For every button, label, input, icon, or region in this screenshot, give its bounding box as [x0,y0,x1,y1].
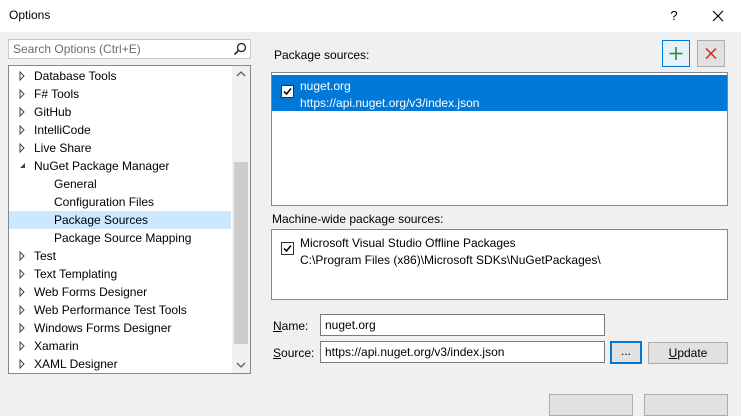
remove-source-button[interactable] [697,40,725,67]
source-field[interactable] [320,341,605,363]
checkmark-icon [283,245,292,253]
tree-item-xamarin[interactable]: Xamarin [9,337,231,355]
checkmark-icon [283,88,292,96]
tree-item-label: F# Tools [34,87,80,101]
window-title: Options [9,8,51,22]
tree-item-xaml-designer[interactable]: XAML Designer [9,355,231,373]
update-button[interactable]: Update [648,342,728,364]
tree-item-label: XAML Designer [34,357,118,371]
package-source-row[interactable]: nuget.org https://api.nuget.org/v3/index… [272,75,727,111]
tree-item-label: NuGet Package Manager [34,159,170,173]
expand-arrow-icon[interactable] [18,319,28,337]
collapse-arrow-icon[interactable] [18,157,28,175]
expand-arrow-icon[interactable] [18,103,28,121]
tree-item-label: Live Share [34,141,92,155]
name-field[interactable] [320,314,605,336]
search-input[interactable] [13,42,223,56]
help-button[interactable]: ? [660,4,688,28]
machine-source-row[interactable]: Microsoft Visual Studio Offline Packages… [272,232,727,268]
tree-item-label: Test [34,249,57,263]
tree-item-intellicode[interactable]: IntelliCode [9,121,231,139]
source-enabled-checkbox[interactable] [281,242,294,255]
expand-arrow-icon[interactable] [18,283,28,301]
name-label-text: ame: [281,319,309,333]
tree-item-text-templating[interactable]: Text Templating [9,265,231,283]
search-box [8,39,251,59]
tree-item-label: Database Tools [34,69,117,83]
tree-item-general[interactable]: General [9,175,231,193]
expand-arrow-icon[interactable] [18,121,28,139]
tree-item-configuration-files[interactable]: Configuration Files [9,193,231,211]
source-name: Microsoft Visual Studio Offline Packages [300,236,516,250]
source-label-accesskey: S [273,346,282,360]
scroll-up-button[interactable] [232,66,250,83]
expand-arrow-icon[interactable] [18,355,28,373]
tree-item-label: Web Performance Test Tools [34,303,187,317]
cancel-button[interactable] [644,394,728,416]
expand-arrow-icon[interactable] [18,337,28,355]
tree-item-web-forms-designer[interactable]: Web Forms Designer [9,283,231,301]
machine-wide-sources-label: Machine-wide package sources: [272,212,444,226]
expand-arrow-icon[interactable] [18,67,28,85]
package-sources-label: Package sources: [274,48,370,62]
name-label-accesskey: N [273,319,282,333]
source-url: https://api.nuget.org/v3/index.json [300,96,480,110]
expand-arrow-icon[interactable] [18,139,28,157]
machine-wide-sources-list[interactable]: Microsoft Visual Studio Offline Packages… [271,229,728,300]
expand-arrow-icon[interactable] [18,265,28,283]
scroll-down-button[interactable] [232,356,250,373]
tree-item-package-source-mapping[interactable]: Package Source Mapping [9,229,231,247]
options-tree[interactable]: Database Tools F# Tools GitHub IntelliCode L… [8,65,251,374]
tree-item-label: Text Templating [34,267,118,281]
scroll-thumb[interactable] [234,162,248,344]
tree-item-label: General [54,177,97,191]
tree-item-f-tools[interactable]: F# Tools [9,85,231,103]
chevron-up-icon [236,71,246,77]
tree-item-live-share[interactable]: Live Share [9,139,231,157]
tree-item-label: GitHub [34,105,72,119]
tree-item-label: Configuration Files [54,195,155,209]
tree-scrollbar[interactable] [232,66,250,373]
tree-item-nuget-package-manager[interactable]: NuGet Package Manager [9,157,231,175]
tree-item-label: Package Source Mapping [54,231,192,245]
tree-item-windows-forms-designer[interactable]: Windows Forms Designer [9,319,231,337]
source-enabled-checkbox[interactable] [281,85,294,98]
expand-arrow-icon[interactable] [18,85,28,103]
chevron-down-icon [236,362,246,368]
tree-item-package-sources[interactable]: Package Sources [9,211,231,229]
tree-item-database-tools[interactable]: Database Tools [9,67,231,85]
source-label: Source: [273,346,314,360]
close-button[interactable] [703,4,733,28]
tree-item-label: Web Forms Designer [34,285,148,299]
source-label-text: ource: [281,346,315,360]
tree-item-web-performance-test-tools[interactable]: Web Performance Test Tools [9,301,231,319]
source-url: C:\Program Files (x86)\Microsoft SDKs\Nu… [300,253,601,267]
tree-item-label: IntelliCode [34,123,91,137]
tree-item-test[interactable]: Test [9,247,231,265]
close-icon [712,10,724,22]
tree-item-label: Windows Forms Designer [34,321,172,335]
title-bar: Options ? [0,0,741,32]
update-accesskey: U [668,346,678,360]
plus-icon [669,47,683,60]
expand-arrow-icon[interactable] [18,247,28,265]
browse-button[interactable]: ... [610,341,642,364]
tree-item-github[interactable]: GitHub [9,103,231,121]
tree-item-label: Xamarin [34,339,79,353]
name-label: Name: [273,319,308,333]
package-sources-list[interactable]: nuget.org https://api.nuget.org/v3/index… [271,72,728,206]
x-icon [705,48,717,59]
expand-arrow-icon[interactable] [18,301,28,319]
add-source-button[interactable] [662,40,690,67]
source-name: nuget.org [300,79,351,93]
search-icon[interactable] [233,42,247,56]
tree-item-label: Package Sources [54,213,149,227]
ok-button[interactable] [549,394,633,416]
update-label: pdate [677,346,708,360]
